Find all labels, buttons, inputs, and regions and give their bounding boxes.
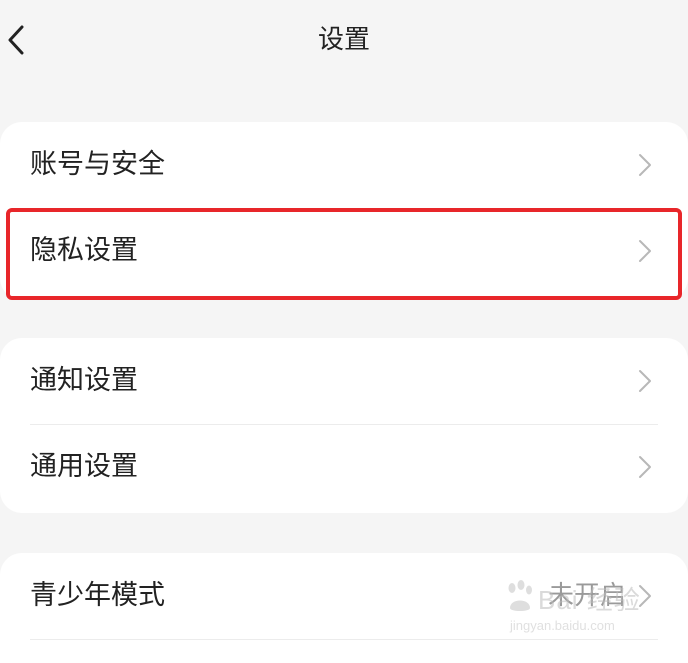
settings-item-label: 账号与安全	[30, 149, 165, 180]
chevron-right-icon	[639, 154, 651, 176]
settings-group-general: 通知设置 通用设置	[0, 338, 688, 513]
settings-item-account-security[interactable]: 账号与安全	[0, 122, 688, 208]
settings-item-youth-mode[interactable]: 青少年模式 未开启	[0, 553, 688, 639]
settings-page: 设置 账号与安全 隐私设置 通知设置 通用设置 青少年模式 未开启 Bai 经验…	[0, 0, 688, 663]
settings-item-notifications[interactable]: 通知设置	[0, 338, 688, 424]
settings-item-label: 通知设置	[30, 365, 138, 396]
nav-header: 设置	[0, 0, 688, 80]
settings-group-account: 账号与安全 隐私设置	[0, 122, 688, 300]
chevron-right-icon	[639, 585, 651, 607]
settings-item-label: 隐私设置	[30, 235, 138, 266]
chevron-right-icon	[639, 370, 651, 392]
chevron-right-icon	[639, 456, 651, 478]
settings-group-youth: 青少年模式 未开启	[0, 553, 688, 663]
page-title: 设置	[317, 25, 370, 55]
settings-item-value: 未开启	[547, 581, 626, 611]
divider	[30, 639, 658, 640]
settings-item-label: 通用设置	[30, 451, 138, 482]
chevron-right-icon	[639, 240, 651, 262]
settings-item-general[interactable]: 通用设置	[0, 424, 688, 510]
settings-item-label: 青少年模式	[30, 580, 165, 611]
settings-item-privacy[interactable]: 隐私设置	[0, 208, 688, 294]
